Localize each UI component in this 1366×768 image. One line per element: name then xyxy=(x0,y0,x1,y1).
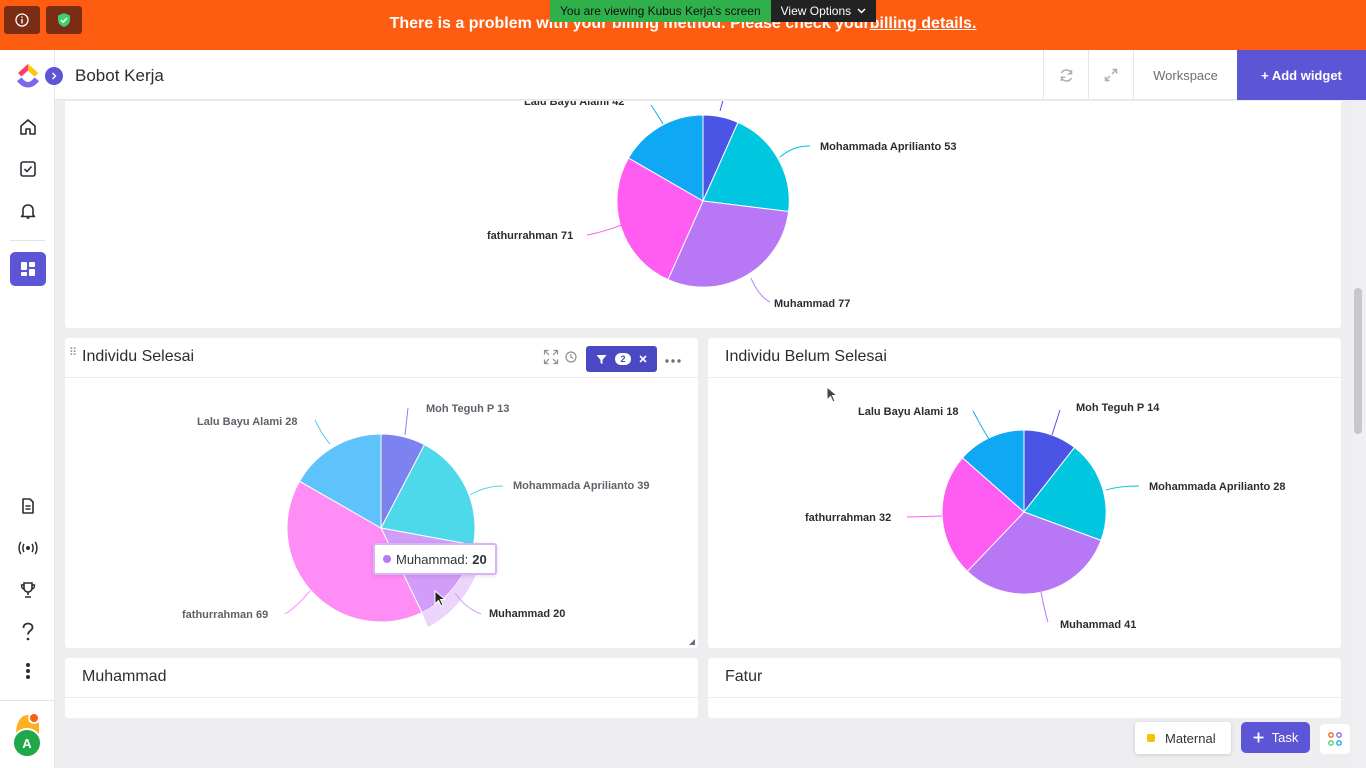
sidebar: A xyxy=(0,50,55,768)
widget-top-pie: Lalu Bayu Alami 42 Mohammada Aprilianto … xyxy=(65,101,1341,328)
trophy-icon[interactable] xyxy=(14,576,42,604)
pie-chart-belum: Moh Teguh P 14 Lalu Bayu Alami 18 Mohamm… xyxy=(805,402,1286,631)
clock-icon[interactable] xyxy=(565,350,577,368)
widget-individu-selesai: ⠿ Individu Selesai 2 Moh Teguh P 13 Lalu… xyxy=(65,338,698,648)
maternal-tray-item[interactable]: Maternal xyxy=(1135,722,1231,754)
pie-label: fathurrahman 32 xyxy=(805,512,891,524)
view-options-label: View Options xyxy=(780,4,852,18)
apps-grid-button[interactable] xyxy=(1320,724,1350,754)
home-icon[interactable] xyxy=(14,113,42,141)
pie-label: Muhammad 20 xyxy=(489,608,565,620)
pulse-icon[interactable] xyxy=(14,534,42,562)
widget-header: Individu Belum Selesai xyxy=(708,338,1341,378)
fullscreen-button[interactable] xyxy=(1088,50,1133,100)
user-avatar[interactable]: A xyxy=(12,728,42,758)
view-options-button[interactable]: View Options xyxy=(770,0,877,22)
chart-tooltip: Muhammad: 20 xyxy=(373,543,497,575)
drag-handle-icon[interactable]: ⠿ xyxy=(69,348,77,359)
billing-details-link[interactable]: billing details. xyxy=(870,15,977,32)
filter-count: 2 xyxy=(615,353,631,365)
close-icon xyxy=(639,355,647,363)
apps-grid-icon xyxy=(1328,732,1342,746)
tooltip-color-dot xyxy=(383,555,391,563)
pie-label: fathurrahman 69 xyxy=(182,609,268,621)
task-label: Task xyxy=(1271,730,1299,745)
pie-label: Mohammada Aprilianto 39 xyxy=(513,480,650,492)
page-header: Bobot Kerja Workspace + Add widget xyxy=(45,50,1366,100)
pie-label: Moh Teguh P 14 xyxy=(1076,402,1160,414)
widget-muhammad: Muhammad xyxy=(65,658,698,718)
pie-label: Muhammad 77 xyxy=(774,298,850,310)
pie-label: Mohammada Aprilianto 28 xyxy=(1149,481,1286,493)
billing-banner: There is a problem with your billing met… xyxy=(0,0,1366,50)
bell-icon[interactable] xyxy=(14,197,42,225)
more-vertical-icon[interactable] xyxy=(14,657,42,685)
widget-header: Muhammad xyxy=(65,658,698,698)
resize-handle-icon[interactable] xyxy=(688,638,696,646)
pie-label: Mohammada Aprilianto 53 xyxy=(820,141,957,153)
refresh-icon xyxy=(1060,68,1072,82)
expand-icon xyxy=(1104,68,1118,82)
dashboard-content: Lalu Bayu Alami 42 Mohammada Aprilianto … xyxy=(55,101,1351,768)
expand-icon[interactable] xyxy=(543,349,559,370)
filter-badge[interactable]: 2 xyxy=(586,346,657,372)
status-square-icon xyxy=(1147,734,1155,742)
pie-label: Lalu Bayu Alami 42 xyxy=(524,101,624,108)
refresh-button[interactable] xyxy=(1043,50,1088,100)
chevron-right-icon xyxy=(52,72,57,80)
widget-header: ⠿ Individu Selesai 2 xyxy=(65,338,698,378)
dashboard-icon[interactable] xyxy=(10,252,46,286)
help-icon[interactable] xyxy=(14,618,42,646)
page-title: Bobot Kerja xyxy=(75,66,164,85)
pie-label: Lalu Bayu Alami 28 xyxy=(197,416,297,428)
viewing-notice: You are viewing Kubus Kerja's screen xyxy=(550,0,771,22)
pie-label: Lalu Bayu Alami 18 xyxy=(858,406,958,418)
mouse-cursor-icon xyxy=(434,590,446,607)
docs-icon[interactable] xyxy=(14,492,42,520)
tooltip-label: Muhammad: xyxy=(396,551,469,567)
new-task-button[interactable]: Task xyxy=(1241,722,1310,753)
add-widget-button[interactable]: + Add widget xyxy=(1237,50,1366,100)
screen-share-pill: You are viewing Kubus Kerja's screen Vie… xyxy=(550,0,877,22)
scrollbar-track[interactable] xyxy=(1351,101,1366,768)
more-horizontal-icon[interactable] xyxy=(665,350,681,368)
widget-title: Fatur xyxy=(725,668,763,685)
widget-fatur: Fatur xyxy=(708,658,1341,718)
tasks-icon[interactable] xyxy=(14,155,42,183)
tooltip-value: 20 xyxy=(472,551,487,567)
pie-label: Moh Teguh P 13 xyxy=(426,403,509,415)
sidebar-expand-button[interactable] xyxy=(45,67,63,85)
mouse-cursor-icon xyxy=(826,386,838,403)
pie-chart-selesai: Moh Teguh P 13 Lalu Bayu Alami 28 Mohamm… xyxy=(182,403,650,627)
pie-label: fathurrahman 71 xyxy=(487,230,573,242)
clickup-logo[interactable] xyxy=(12,60,44,92)
plus-icon xyxy=(1253,732,1264,743)
filter-icon xyxy=(596,354,607,364)
widget-header: Fatur xyxy=(708,658,1341,698)
widget-title: Muhammad xyxy=(82,668,167,685)
chevron-down-icon xyxy=(857,8,866,14)
maternal-label: Maternal xyxy=(1165,730,1216,746)
widget-toolbar: 2 xyxy=(543,346,681,372)
widget-title: Individu Selesai xyxy=(82,348,195,365)
scrollbar-thumb[interactable] xyxy=(1354,288,1362,434)
pie-chart-top: Lalu Bayu Alami 42 Mohammada Aprilianto … xyxy=(487,101,957,310)
sidebar-divider xyxy=(10,240,45,241)
widget-title: Individu Belum Selesai xyxy=(725,348,887,365)
widget-individu-belum-selesai: Individu Belum Selesai Moh Teguh P 14 La… xyxy=(708,338,1341,648)
pie-label: Muhammad 41 xyxy=(1060,619,1136,631)
sidebar-divider-bottom xyxy=(0,700,55,701)
workspace-button[interactable]: Workspace xyxy=(1133,50,1237,100)
